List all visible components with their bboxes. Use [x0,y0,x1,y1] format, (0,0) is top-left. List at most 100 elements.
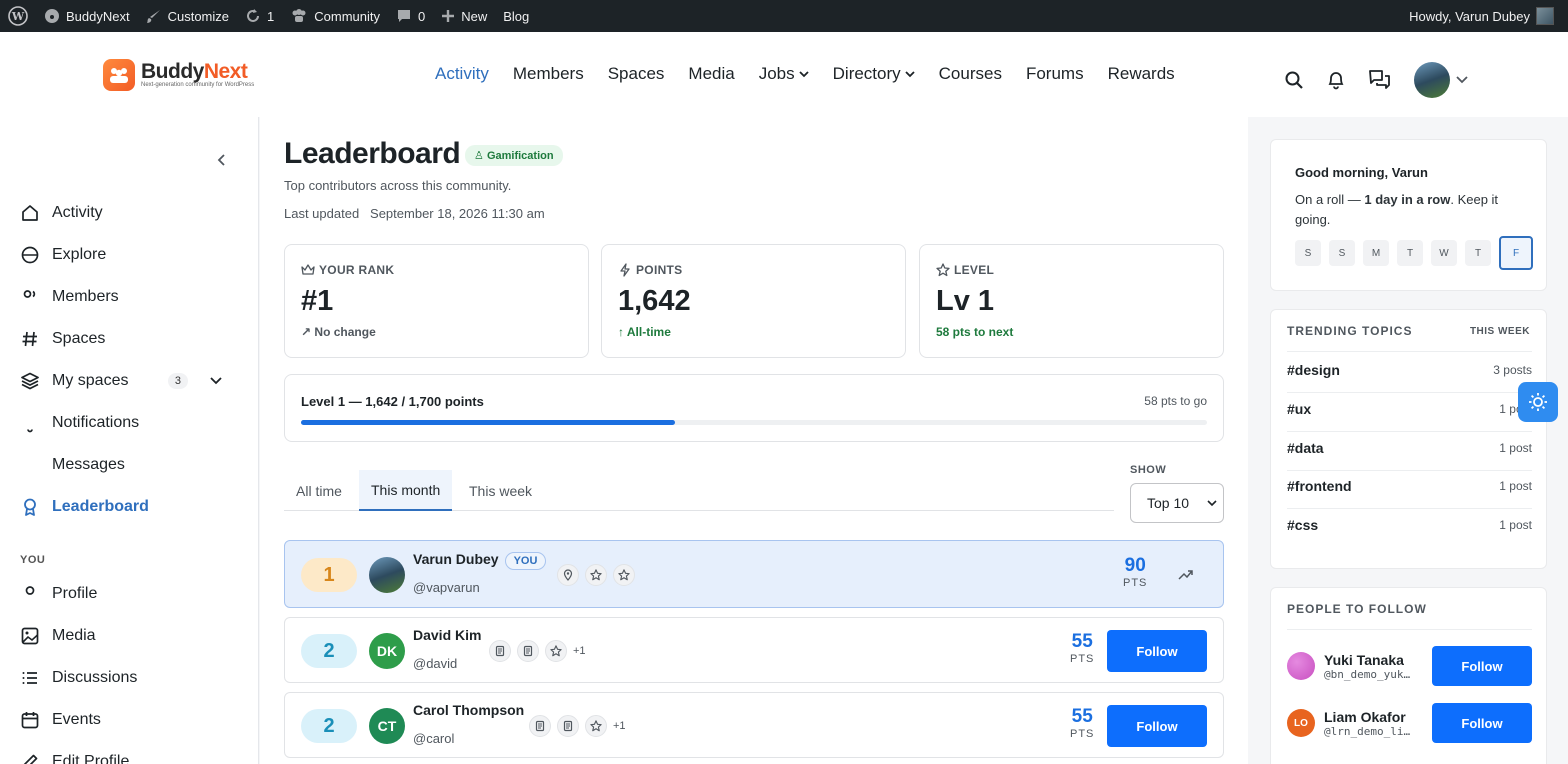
trend-icon: ↗ [301,325,312,339]
points-value: 90 [1124,555,1146,576]
sidebar-item-you-edit-profile[interactable]: Edit Profile [20,752,240,764]
user-menu[interactable] [1414,62,1468,98]
greeting-card: Good morning, Varun On a roll — 1 day in… [1270,139,1547,291]
sidebar-item-members[interactable]: Members [20,287,240,307]
admin-new-link[interactable]: New [433,0,495,32]
calendar-icon [21,712,39,729]
gamification-badge: ♙ Gamification [465,145,563,166]
sidebar-item-activity[interactable]: Activity [20,203,240,223]
sidebar-item-notifications[interactable]: Notifications [20,413,240,433]
comment-icon [398,10,410,22]
logo-wordmark: BuddyNext [141,60,248,83]
points-value: 55 [1071,706,1093,727]
divider [1287,392,1532,393]
points-unit: PTS [1123,577,1148,589]
nav-item-activity[interactable]: Activity [435,64,489,84]
divider [1287,470,1532,471]
level-progress-card: Level 1 — 1,642 / 1,700 points 58 pts to… [284,374,1224,442]
star-badge-icon [550,645,562,657]
chevron-down-icon[interactable] [210,377,222,385]
sidebar-item-my-spaces[interactable]: My spaces 3 [20,371,240,391]
collapse-sidebar-icon[interactable] [215,153,229,167]
sidebar-item-spaces[interactable]: Spaces [20,329,240,349]
tab-all-time[interactable]: All time [284,470,354,511]
level-progress-remaining: 58 pts to go [1144,394,1207,408]
sidebar-item-leaderboard[interactable]: Leaderboard [20,497,240,517]
document-badge-icon [563,720,573,732]
rank-number: 2 [301,709,357,743]
greeting-title: Good morning, Varun [1295,165,1428,180]
suggested-member: Yuki Tanaka @bn_demo_yuk… Follow [1287,646,1532,686]
leaderboard-row[interactable]: 2 DK David Kim @david +1 55 PTS Follow [284,617,1224,683]
admin-site-link[interactable]: BuddyNext [36,0,138,32]
trending-topic[interactable]: #ux 1 post [1287,401,1532,417]
last-updated: Last updated September 18, 2026 11:30 am [284,206,545,221]
member-handle: @vapvarun [413,580,480,595]
theme-toggle-button[interactable] [1518,382,1558,422]
stat-footnote: 58 pts to next [936,325,1014,339]
sidebar-item-you-profile[interactable]: Profile [20,584,240,604]
nav-item-spaces[interactable]: Spaces [608,64,665,84]
admin-blog-link[interactable]: Blog [495,0,537,32]
points-unit: PTS [1070,728,1095,740]
follow-button[interactable]: Follow [1432,646,1532,686]
site-logo[interactable]: BuddyNext Next-generation community for … [103,59,254,91]
sidebar-item-you-discussions[interactable]: Discussions [20,668,240,688]
show-select[interactable]: Top 10 [1130,483,1224,523]
member-name[interactable]: Yuki Tanaka [1324,652,1410,668]
sidebar-item-you-events[interactable]: Events [20,710,240,730]
sidebar-item-you-media[interactable]: Media [20,626,240,646]
admin-account-menu[interactable]: Howdy, Varun Dubey [1409,7,1568,25]
sun-icon [1529,393,1547,411]
follow-button[interactable]: Follow [1107,630,1207,672]
sidebar-item-label: Profile [52,585,98,602]
admin-community-link[interactable]: Community [282,0,388,32]
bell-icon[interactable] [1326,70,1346,90]
chevron-down-icon [1207,499,1217,506]
follow-button[interactable]: Follow [1107,705,1207,747]
rank-number: 2 [301,634,357,668]
star-badge-icon [590,720,602,732]
topic-tag: #design [1287,362,1340,378]
sidebar-item-messages[interactable]: Messages [20,455,240,475]
trending-topic[interactable]: #css 1 post [1287,517,1532,533]
admin-updates-link[interactable]: 1 [237,0,282,32]
nav-item-directory[interactable]: Directory [833,64,915,84]
admin-community-label: Community [314,8,380,24]
nav-item-forums[interactable]: Forums [1026,64,1084,84]
nav-item-courses[interactable]: Courses [939,64,1002,84]
admin-bar: W BuddyNext Customize 1 Community 0 New … [0,0,1568,32]
nav-item-members[interactable]: Members [513,64,584,84]
page-title: Leaderboard [284,137,461,170]
sidebar-item-explore[interactable]: Explore [20,245,240,265]
member-name[interactable]: Liam Okafor [1324,709,1410,725]
tab-this-week[interactable]: This week [457,470,544,511]
main-nav: Activity Members Spaces Media Jobs Directory C… [435,64,1175,84]
nav-item-media[interactable]: Media [688,64,734,84]
member-name[interactable]: David Kim [413,627,481,643]
wordpress-logo-icon[interactable]: W [0,0,36,32]
leaderboard-row[interactable]: 1 Varun Dubey YOU @vapvarun 90 PTS [284,540,1224,608]
trending-topic[interactable]: #design 3 posts [1287,362,1532,378]
tab-this-month[interactable]: This month [359,470,453,511]
trending-topic[interactable]: #data 1 post [1287,440,1532,456]
hash-icon [22,331,37,347]
messages-icon[interactable] [1368,69,1392,91]
member-name[interactable]: Carol Thompson [413,702,524,718]
sidebar-item-count: 3 [167,373,188,389]
trending-topic[interactable]: #frontend 1 post [1287,478,1532,494]
admin-customize-link[interactable]: Customize [138,0,237,32]
show-label: SHOW [1130,464,1167,476]
rank-number: 1 [301,558,357,592]
member-name[interactable]: Varun Dubey YOU [413,551,547,570]
admin-comments-link[interactable]: 0 [388,0,433,32]
leaderboard-row[interactable]: 2 CT Carol Thompson @carol +1 55 PTS Follow [284,692,1224,758]
stat-footnote: ↗ No change [301,325,376,339]
follow-button[interactable]: Follow [1432,703,1532,743]
search-icon[interactable] [1284,70,1304,90]
nav-item-rewards[interactable]: Rewards [1108,64,1175,84]
nav-item-jobs[interactable]: Jobs [759,64,809,84]
stat-label: LEVEL [936,263,994,277]
brush-icon [146,10,160,23]
period-tabs: All time This month This week [284,470,1114,511]
